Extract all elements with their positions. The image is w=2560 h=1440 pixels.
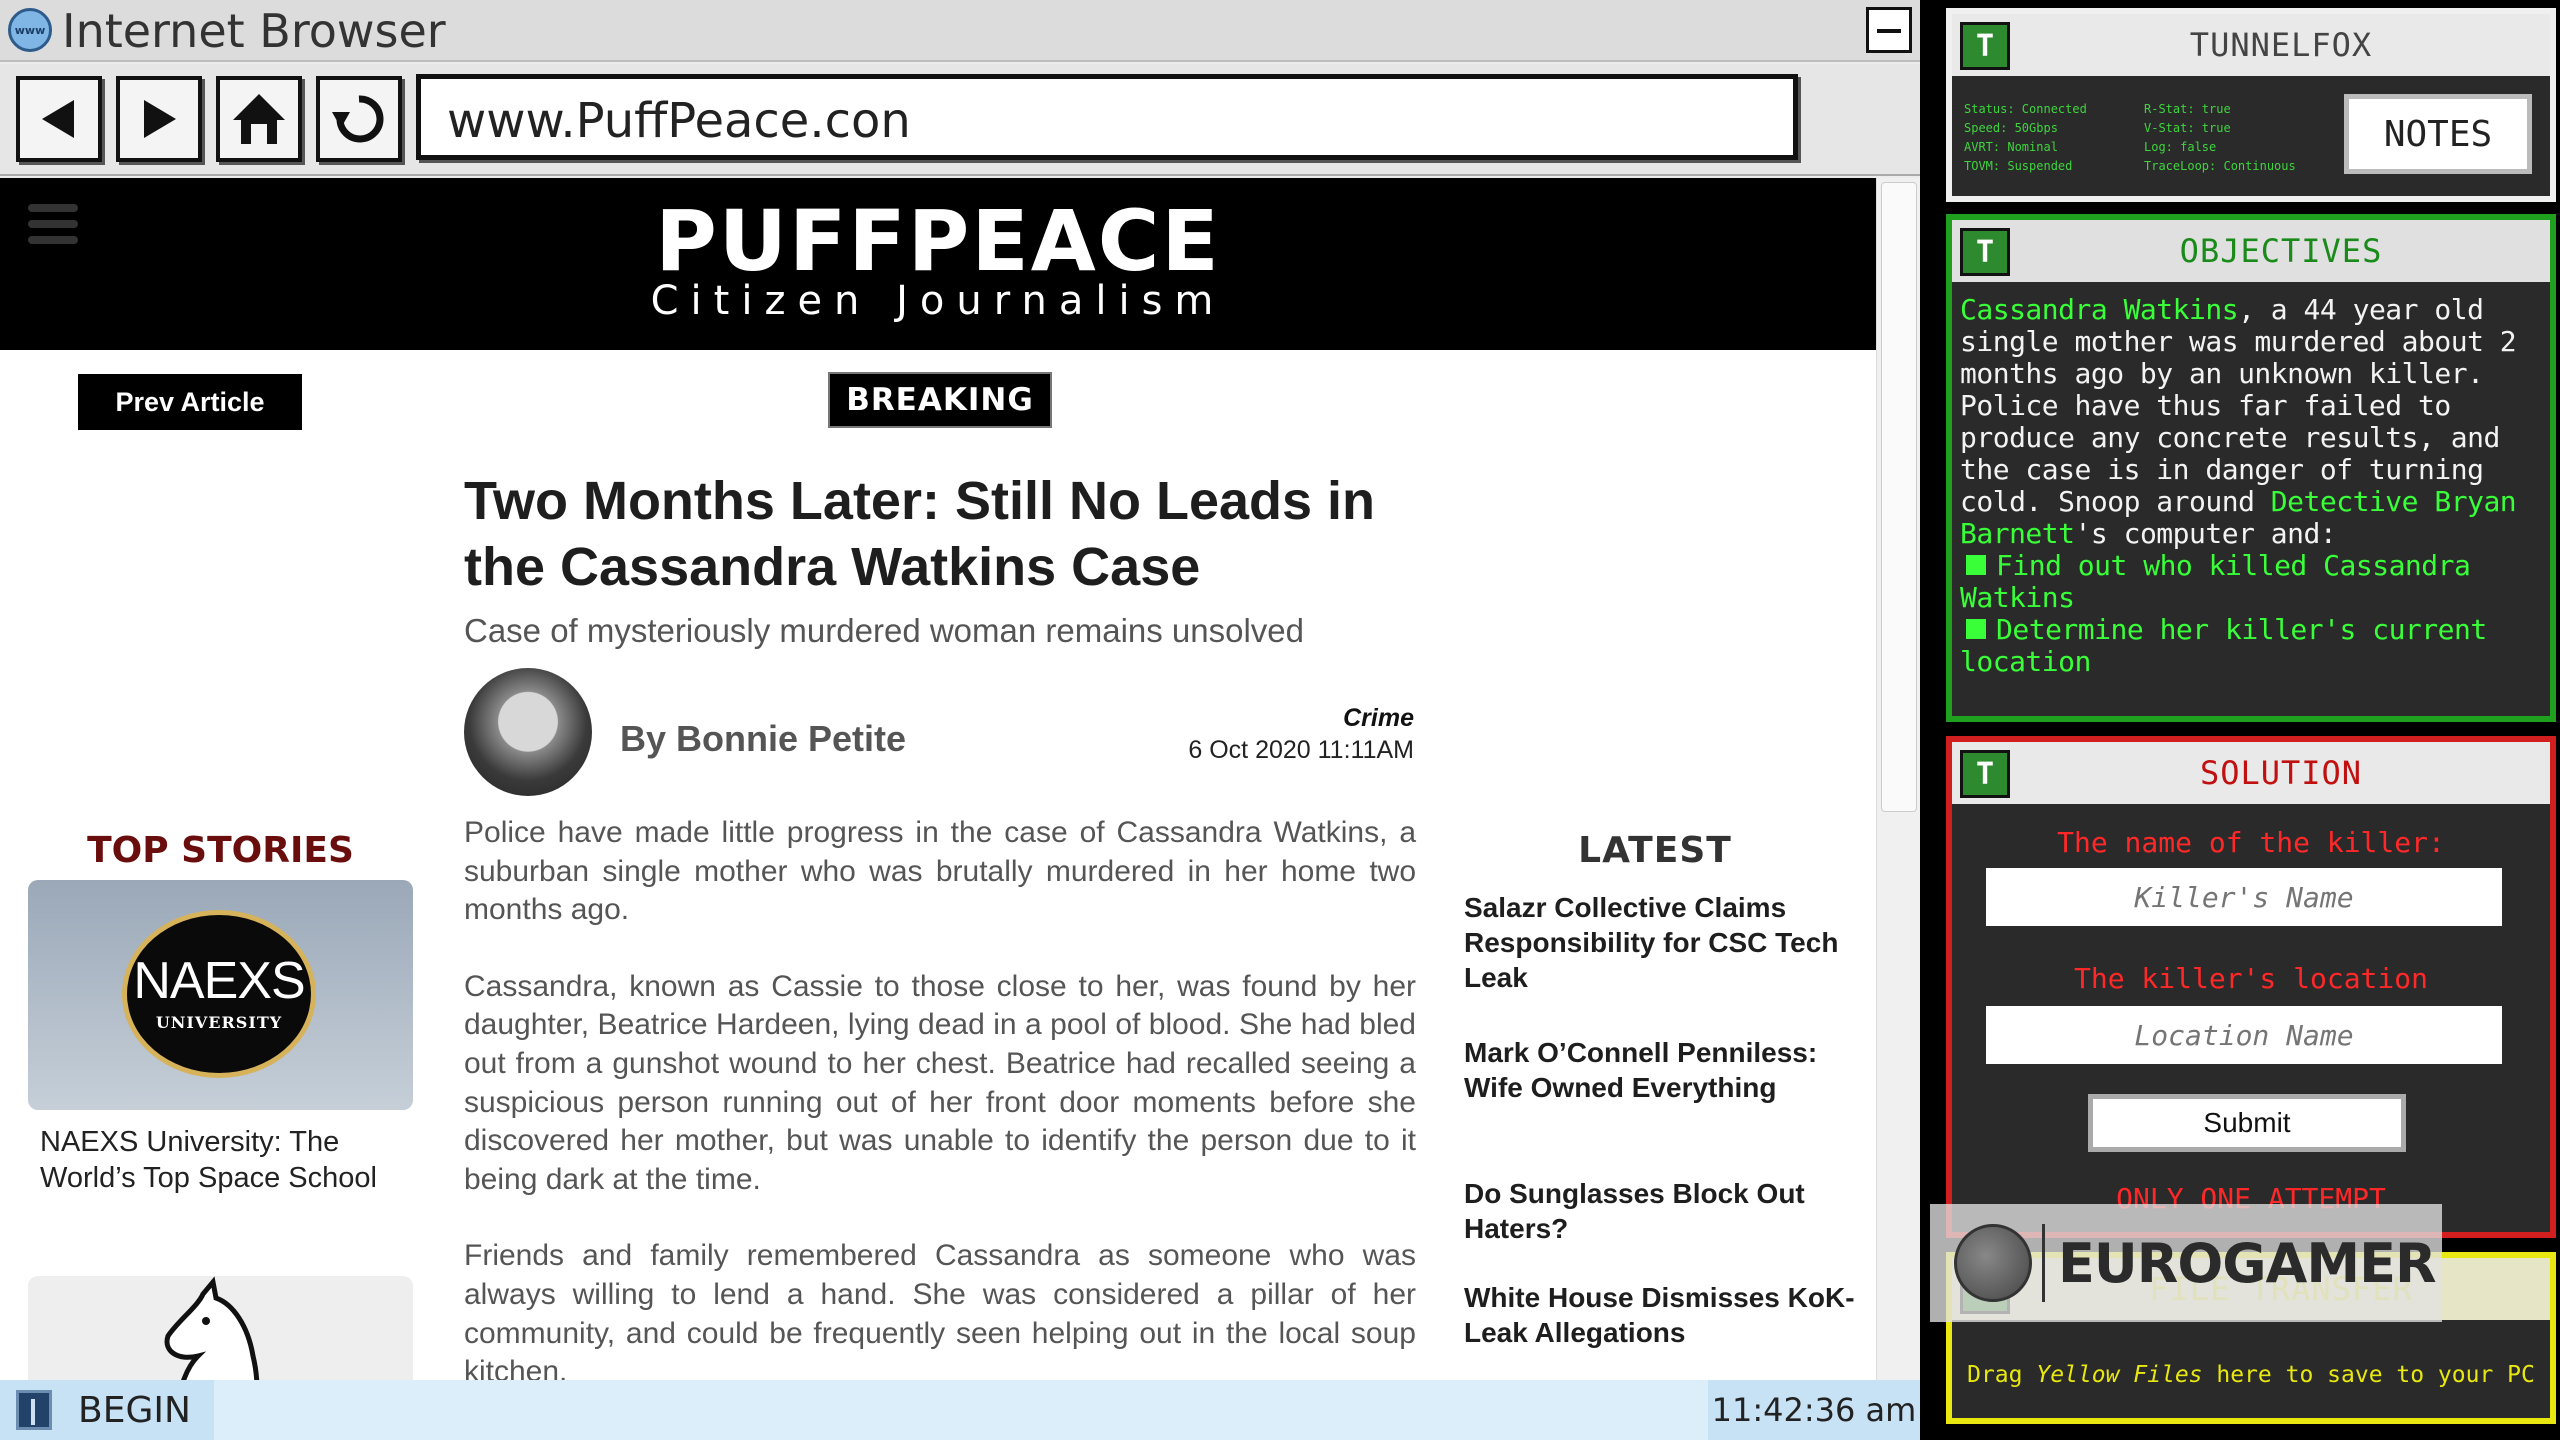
reload-icon (332, 95, 384, 143)
arrow-right-icon (144, 100, 176, 138)
killer-location-input[interactable] (1986, 1006, 2502, 1064)
objectives-title: OBJECTIVES (2179, 232, 2383, 270)
killer-name-input[interactable] (1986, 868, 2502, 926)
browser-globe-icon: www (8, 8, 52, 52)
chess-knight-icon (164, 1276, 260, 1380)
window-title: Internet Browser (62, 4, 446, 58)
killer-location-label: The killer's location (2073, 962, 2428, 995)
article-paragraph: Police have made little progress in the … (464, 816, 1416, 927)
solution-header: T SOLUTION (1952, 742, 2550, 804)
author-byline[interactable]: By Bonnie Petite (620, 718, 906, 760)
latest-news-link[interactable]: White House Dismisses KoK-Leak Allegatio… (1464, 1280, 1864, 1350)
forward-button[interactable] (116, 76, 202, 162)
top-story-image[interactable] (28, 1276, 413, 1380)
address-bar[interactable]: www.PuffPeace.con (416, 74, 1798, 160)
tunnelfox-logo-icon: T (1960, 22, 2010, 70)
objectives-header: T OBJECTIVES (1952, 220, 2550, 282)
minimize-button[interactable] (1866, 7, 1912, 53)
taskbar-clock: 11:42:36 am (1708, 1380, 1920, 1440)
site-logo-title[interactable]: PUFFPEACE (0, 192, 1876, 290)
objective-task: Determine her killer's current location (1960, 613, 2487, 678)
status-line: Log: false (2144, 140, 2217, 154)
scrollbar-thumb[interactable] (1881, 182, 1917, 812)
tunnelfox-panel: T TUNNELFOX Status: Connected Speed: 50G… (1946, 8, 2556, 202)
back-button[interactable] (16, 76, 102, 162)
page-scrollbar[interactable] (1876, 178, 1920, 1380)
objectives-panel: T OBJECTIVES Cassandra Watkins, a 44 yea… (1946, 214, 2556, 722)
latest-heading: LATEST (1578, 830, 1732, 871)
home-icon (233, 94, 285, 144)
article-category[interactable]: Crime (1100, 704, 1414, 733)
web-page: PUFFPEACE Citizen Journalism Prev Articl… (0, 178, 1876, 1380)
bullet-icon (1966, 555, 1986, 575)
taskbar: BEGIN 11:42:36 am (0, 1380, 1920, 1440)
reload-button[interactable] (316, 76, 402, 162)
status-line: Status: Connected (1964, 102, 2087, 116)
naexs-university-logo: NAEXS UNIVERSITY (122, 910, 316, 1078)
article-body: Police have made little progress in the … (464, 814, 1416, 1380)
prev-article-button[interactable]: Prev Article (78, 374, 302, 430)
site-tagline: Citizen Journalism (650, 278, 1226, 324)
tunnelfox-title: TUNNELFOX (2189, 26, 2373, 64)
watermark-text: EUROGAMER (2058, 1232, 2437, 1295)
globe-icon (1954, 1224, 2032, 1302)
top-story-image[interactable]: NAEXS UNIVERSITY (28, 880, 413, 1110)
begin-button[interactable]: BEGIN (0, 1380, 214, 1440)
site-header: PUFFPEACE Citizen Journalism (0, 178, 1876, 350)
title-bar: www Internet Browser (0, 0, 1920, 62)
objectives-logo-icon: T (1960, 228, 2010, 276)
top-story-caption[interactable]: NAEXS University: The World’s Top Space … (40, 1124, 410, 1196)
bullet-icon (1966, 619, 1986, 639)
killer-name-label: The name of the killer: (2057, 826, 2445, 859)
breaking-badge: BREAKING (828, 372, 1052, 428)
status-line: V-Stat: true (2144, 121, 2231, 135)
watermark-divider (2042, 1224, 2045, 1302)
article-subheadline: Case of mysteriously murdered woman rema… (464, 612, 1305, 649)
tunnelfox-header: T TUNNELFOX (1952, 14, 2550, 76)
home-button[interactable] (216, 76, 302, 162)
solution-panel: T SOLUTION The name of the killer: The k… (1946, 736, 2556, 1238)
begin-label: BEGIN (78, 1389, 191, 1431)
navigation-bar: www.PuffPeace.con (0, 64, 1920, 176)
status-line: AVRT: Nominal (1964, 140, 2058, 154)
article-headline: Two Months Later: Still No Leads in the … (464, 471, 1376, 597)
status-line: Speed: 50Gbps (1964, 121, 2058, 135)
solution-title: SOLUTION (2199, 754, 2363, 792)
arrow-left-icon (42, 100, 74, 138)
article-paragraph: Friends and family remembered Cassandra … (464, 1239, 1416, 1380)
victim-name: Cassandra Watkins (1960, 293, 2239, 326)
top-stories-heading: TOP STORIES (87, 830, 354, 871)
objective-task: Find out who killed Cassandra Watkins (1960, 549, 2471, 614)
objectives-text: Cassandra Watkins, a 44 year old single … (1960, 293, 2550, 678)
notes-button[interactable]: NOTES (2344, 94, 2532, 174)
status-line: R-Stat: true (2144, 102, 2231, 116)
article-date: 6 Oct 2020 11:11AM (1188, 736, 1414, 764)
browser-window: www Internet Browser www.PuffPeace.con P… (0, 0, 1920, 1380)
article-paragraph: Cassandra, known as Cassie to those clos… (464, 969, 1416, 1196)
submit-button[interactable]: Submit (2088, 1094, 2406, 1152)
status-line: TOVM: Suspended (1964, 159, 2073, 173)
url-text: www.PuffPeace.con (447, 93, 911, 149)
status-line: TraceLoop: Continuous (2144, 159, 2296, 173)
author-avatar (464, 668, 592, 796)
drop-zone-text: Drag Yellow Files here to save to your P… (1967, 1362, 2535, 1388)
eurogamer-watermark: EUROGAMER (1930, 1204, 2442, 1322)
begin-icon (16, 1390, 52, 1430)
latest-news-link[interactable]: Do Sunglasses Block Out Haters? (1464, 1176, 1864, 1246)
latest-news-link[interactable]: Salazr Collective Claims Responsibility … (1464, 890, 1864, 995)
solution-logo-icon: T (1960, 750, 2010, 798)
latest-news-link[interactable]: Mark O’Connell Penniless: Wife Owned Eve… (1464, 1035, 1864, 1105)
objective-outro: 's computer and: (2074, 517, 2337, 550)
